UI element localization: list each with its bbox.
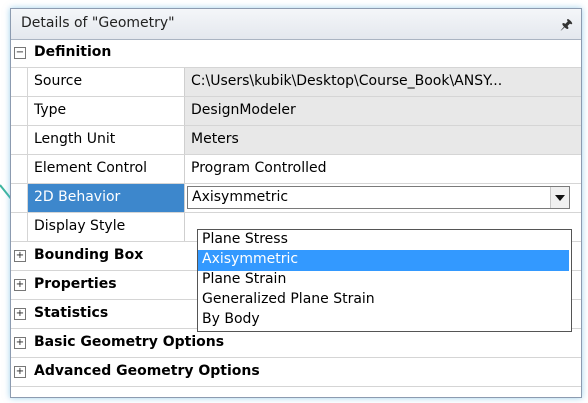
row-gutter xyxy=(11,126,28,154)
property-name: Element Control xyxy=(34,160,148,176)
name-cell: Source xyxy=(28,68,185,96)
property-value: C:\Users\kubik\Desktop\Course_Book\ANSY.… xyxy=(191,73,503,89)
row-gutter xyxy=(11,213,28,241)
property-name: 2D Behavior xyxy=(34,189,121,205)
group-label-definition: Definition xyxy=(34,44,112,60)
expand-icon[interactable]: + xyxy=(14,308,26,320)
group-label-statistics: Statistics xyxy=(34,305,109,321)
name-cell: Type xyxy=(28,97,185,125)
row-length-unit[interactable]: Length Unit Meters xyxy=(11,126,581,155)
value-cell: C:\Users\kubik\Desktop\Course_Book\ANSY.… xyxy=(185,68,581,96)
row-gutter xyxy=(11,97,28,125)
value-cell: DesignModeler xyxy=(185,97,581,125)
property-name: Display Style xyxy=(34,218,126,234)
pin-icon[interactable]: 🖈 xyxy=(560,14,573,38)
expand-icon[interactable]: + xyxy=(14,279,26,291)
property-name: Length Unit xyxy=(34,131,116,147)
behavior-combobox[interactable]: Axisymmetric xyxy=(187,186,570,209)
group-definition[interactable]: − Definition xyxy=(11,39,581,68)
property-value: Program Controlled xyxy=(191,160,327,176)
name-cell: Display Style xyxy=(28,213,185,241)
group-label-bounding-box: Bounding Box xyxy=(34,247,144,263)
name-cell: Length Unit xyxy=(28,126,185,154)
row-gutter xyxy=(11,68,28,96)
option-by-body[interactable]: By Body xyxy=(198,310,569,331)
option-label: Plane Stress xyxy=(202,231,288,247)
group-label-advanced-geometry-options: Advanced Geometry Options xyxy=(34,363,260,379)
row-source[interactable]: Source C:\Users\kubik\Desktop\Course_Boo… xyxy=(11,68,581,97)
collapse-icon[interactable]: − xyxy=(14,47,26,59)
property-value: DesignModeler xyxy=(191,102,296,118)
row-type[interactable]: Type DesignModeler xyxy=(11,97,581,126)
chevron-down-icon[interactable] xyxy=(550,187,569,208)
group-basic-geometry-options[interactable]: + Basic Geometry Options xyxy=(11,329,581,358)
panel-titlebar: Details of "Geometry" 🖈 xyxy=(11,9,581,40)
name-cell: Element Control xyxy=(28,155,185,183)
option-generalized-plane-strain[interactable]: Generalized Plane Strain xyxy=(198,290,569,311)
combobox-value: Axisymmetric xyxy=(192,189,289,205)
group-label-basic-geometry-options: Basic Geometry Options xyxy=(34,334,225,350)
property-name: Source xyxy=(34,73,83,89)
expand-icon[interactable]: + xyxy=(14,250,26,262)
option-label: Axisymmetric xyxy=(202,251,299,267)
group-label-properties: Properties xyxy=(34,276,117,292)
expand-icon[interactable]: + xyxy=(14,366,26,378)
property-name: Type xyxy=(34,102,67,118)
option-label: By Body xyxy=(202,311,260,327)
option-axisymmetric[interactable]: Axisymmetric xyxy=(198,250,569,271)
behavior-dropdown-list: Plane Stress Axisymmetric Plane Strain G… xyxy=(197,229,572,332)
option-plane-stress[interactable]: Plane Stress xyxy=(198,230,569,251)
row-gutter xyxy=(11,155,28,183)
panel-title: Details of "Geometry" xyxy=(21,15,175,31)
option-label: Plane Strain xyxy=(202,271,287,287)
option-plane-strain[interactable]: Plane Strain xyxy=(198,270,569,291)
group-advanced-geometry-options[interactable]: + Advanced Geometry Options xyxy=(11,358,581,387)
property-value: Meters xyxy=(191,131,239,147)
name-cell-selected: 2D Behavior xyxy=(28,184,185,212)
option-label: Generalized Plane Strain xyxy=(202,291,375,307)
row-gutter xyxy=(11,184,28,212)
row-2d-behavior[interactable]: 2D Behavior Axisymmetric xyxy=(11,184,581,213)
value-cell[interactable]: Program Controlled xyxy=(185,155,581,183)
details-panel: Details of "Geometry" 🖈 − Definition Sou… xyxy=(10,8,582,398)
row-element-control[interactable]: Element Control Program Controlled xyxy=(11,155,581,184)
value-cell: Meters xyxy=(185,126,581,154)
expand-icon[interactable]: + xyxy=(14,337,26,349)
